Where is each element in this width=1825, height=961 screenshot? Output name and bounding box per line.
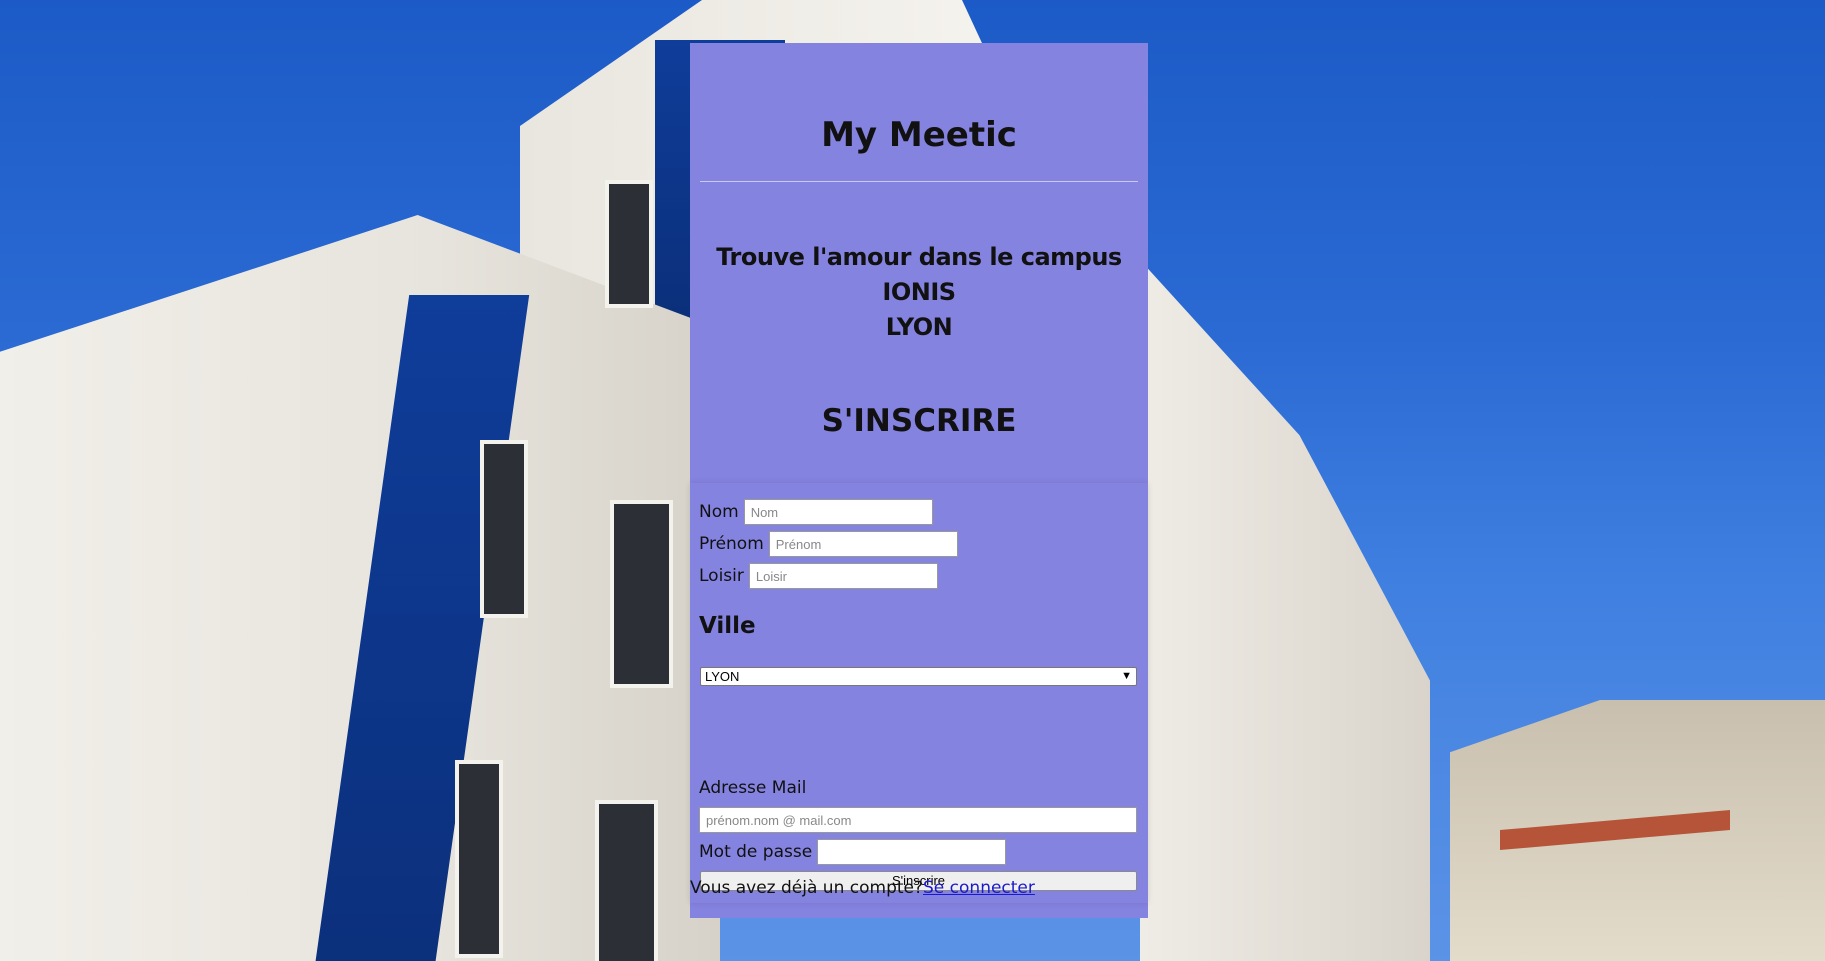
loisir-label: Loisir [699,566,744,586]
password-field[interactable] [817,839,1007,865]
prenom-input[interactable] [768,531,958,557]
nom-input[interactable] [743,499,933,525]
signup-panel: My Meetic Trouve l'amour dans le campus … [690,43,1148,918]
building-window [595,800,658,961]
subtitle-line-2: LYON [885,313,953,341]
page-subtitle: Trouve l'amour dans le campus IONIS LYON [690,240,1148,345]
mail-label: Adresse Mail [699,778,807,798]
subtitle-line-1: Trouve l'amour dans le campus IONIS [716,243,1122,306]
login-link[interactable]: Se connecter [923,878,1035,898]
loisir-input[interactable] [748,563,938,589]
email-field[interactable] [699,807,1137,833]
section-title: S'INSCRIRE [821,403,1017,439]
ville-selected-value: LYON [705,669,740,684]
building-window [605,180,653,308]
building-window [480,440,528,618]
building-right [1140,260,1430,961]
password-row: Mot de passe [699,839,1007,865]
prenom-label: Prénom [699,534,764,554]
nom-label: Nom [699,502,739,522]
page-title: My Meetic [821,115,1017,155]
login-prompt-text: Vous avez déjà un compte? [690,878,924,898]
nom-row: Nom [699,499,933,525]
building-window [455,760,503,958]
chevron-down-icon: ▼ [1121,670,1132,682]
login-prompt: Vous avez déjà un compte?Se connecter [690,878,1035,898]
signup-form: Nom Prénom Loisir Ville LYON ▼ Adresse M… [690,483,1148,903]
password-label: Mot de passe [699,842,813,862]
prenom-row: Prénom [699,531,958,557]
ville-title: Ville [699,613,756,639]
building-window [610,500,673,688]
ville-select[interactable]: LYON ▼ [700,667,1137,686]
loisir-row: Loisir [699,563,938,589]
divider [700,181,1138,182]
